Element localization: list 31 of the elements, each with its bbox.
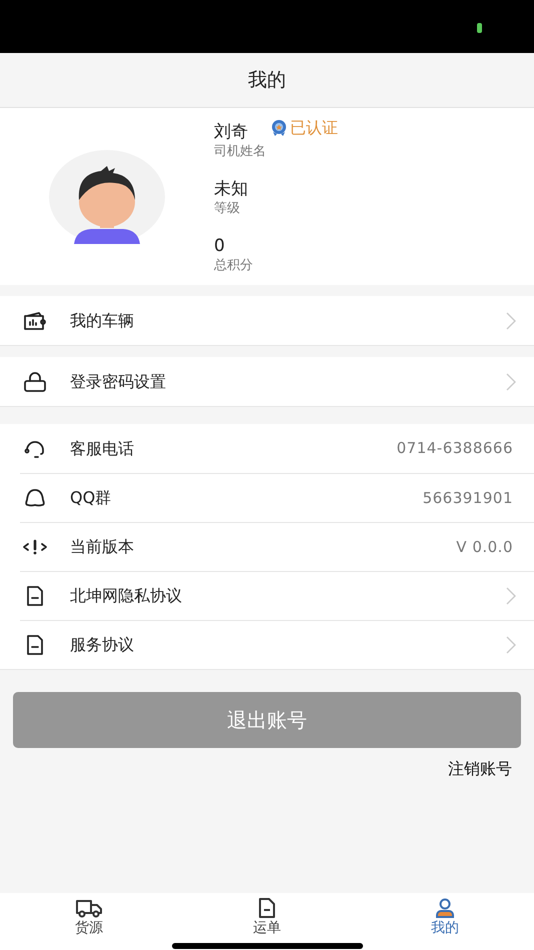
truck-icon xyxy=(75,898,103,918)
menu-item[interactable]: 我的车辆 xyxy=(0,296,534,345)
item-value: V 0.0.0 xyxy=(456,536,513,558)
tab[interactable]: 我的 xyxy=(356,893,534,950)
chevron-icon xyxy=(506,587,516,605)
chevron-icon xyxy=(506,312,516,330)
tab[interactable]: 运单 xyxy=(178,893,356,950)
deactivate-account-link[interactable]: 注销账号 xyxy=(448,759,512,778)
menu-item[interactable]: 当前版本 V 0.0.0 xyxy=(20,522,534,571)
chevron-icon xyxy=(506,636,516,654)
field-value: 未知 xyxy=(214,179,248,199)
field-label: 总积分 xyxy=(214,257,254,275)
menu-item[interactable]: QQ群 566391901 xyxy=(20,473,534,522)
menu-item[interactable]: 登录密码设置 xyxy=(0,357,534,406)
field-value: 刘奇 xyxy=(214,122,248,142)
lock-icon xyxy=(22,370,48,392)
document-icon xyxy=(257,898,277,918)
menu-item[interactable]: 服务协议 xyxy=(20,620,534,669)
field-value: 0 xyxy=(214,236,225,256)
verified-label: 已认证 xyxy=(290,117,338,139)
chevron-icon xyxy=(506,372,516,390)
field-label: 等级 xyxy=(214,200,241,218)
item-value: 0714-6388666 xyxy=(396,438,513,460)
battery-icon xyxy=(477,23,482,33)
field-label: 司机姓名 xyxy=(214,143,267,161)
item-value: 566391901 xyxy=(422,488,513,509)
wallet-icon xyxy=(22,310,48,332)
menu-item[interactable]: 北坤网隐私协议 xyxy=(20,571,534,620)
person-icon xyxy=(434,898,456,918)
menu-item[interactable]: 客服电话 0714-6388666 xyxy=(0,424,534,473)
tab[interactable]: 货源 xyxy=(0,893,178,950)
